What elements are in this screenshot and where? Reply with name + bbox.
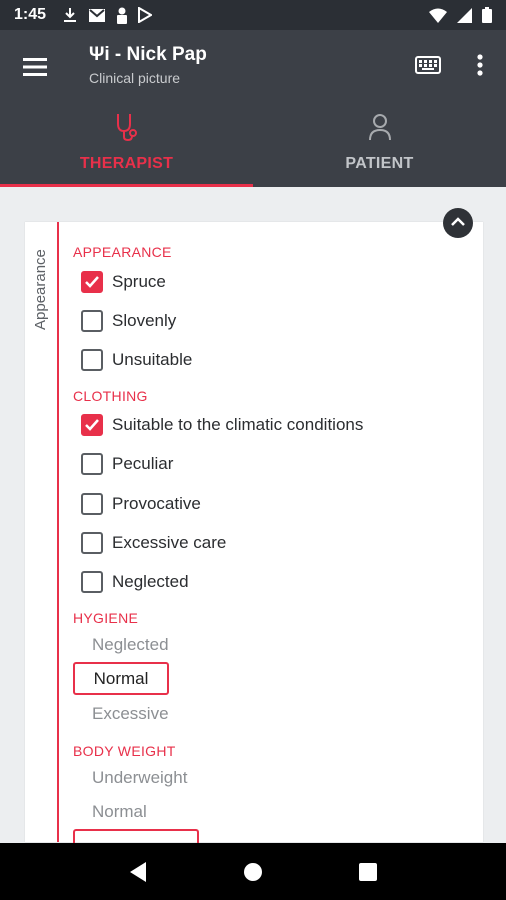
checkbox-provocative[interactable]: Provocative: [81, 493, 201, 515]
tab-therapist[interactable]: THERAPIST: [0, 105, 253, 187]
menu-icon[interactable]: [18, 50, 52, 84]
signal-icon: [457, 7, 472, 23]
option-weight-underweight[interactable]: Underweight: [92, 768, 187, 788]
lock-person-icon: [116, 7, 128, 24]
checkbox-label: Suitable to the climatic conditions: [112, 415, 364, 434]
home-icon[interactable]: [233, 852, 273, 892]
section-title-body-weight: BODY WEIGHT: [73, 743, 176, 759]
checkbox-box[interactable]: [81, 349, 103, 371]
back-icon[interactable]: [118, 852, 158, 892]
checkbox-box[interactable]: [81, 571, 103, 593]
section-title-hygiene: HYGIENE: [73, 610, 139, 626]
checkbox-box[interactable]: [81, 493, 103, 515]
checkbox-peculiar[interactable]: Peculiar: [81, 453, 173, 475]
checkbox-box[interactable]: [81, 532, 103, 554]
status-bar: 1:45: [0, 0, 506, 30]
chevron-up-icon: [451, 214, 465, 232]
tab-therapist-label: THERAPIST: [79, 155, 174, 172]
option-weight-normal[interactable]: Normal: [92, 802, 147, 822]
navigation-bar: [0, 843, 506, 900]
mail-icon: [88, 8, 106, 23]
checkbox-box[interactable]: [81, 453, 103, 475]
hygiene-section: HYGIENE: [73, 610, 138, 626]
checkbox-label: Neglected: [112, 572, 189, 591]
option-hygiene-excessive[interactable]: Excessive: [92, 704, 169, 724]
app-bar: Ψi - Nick Pap Clinical picture: [0, 30, 506, 105]
app-subtitle: Clinical picture: [89, 70, 181, 86]
checkbox-neglected[interactable]: Neglected: [81, 571, 189, 593]
section-title-appearance: APPEARANCE: [73, 244, 172, 260]
option-hygiene-neglected[interactable]: Neglected: [92, 635, 169, 655]
app-title: Ψi - Nick Pap: [89, 44, 207, 65]
checkbox-box[interactable]: [81, 414, 103, 436]
checkbox-slovenly[interactable]: Slovenly: [81, 310, 176, 332]
checkbox-spruce[interactable]: Spruce: [81, 271, 166, 293]
checkbox-unsuitable[interactable]: Unsuitable: [81, 349, 192, 371]
tab-patient[interactable]: PATIENT: [253, 105, 506, 187]
download-icon: [62, 7, 78, 23]
option-hygiene-normal-selected[interactable]: Normal: [73, 662, 169, 695]
side-label: Appearance: [32, 249, 49, 330]
play-store-icon: [138, 7, 153, 23]
checkbox-box[interactable]: [81, 310, 103, 332]
tab-indicator: [0, 184, 253, 187]
side-divider: [57, 222, 59, 842]
checkbox-label: Spruce: [112, 272, 166, 291]
section-title-clothing: CLOTHING: [73, 388, 148, 404]
checkbox-label: Provocative: [112, 494, 201, 513]
stethoscope-icon: [115, 111, 139, 143]
clothing-section: CLOTHING: [73, 388, 148, 404]
tab-patient-label: PATIENT: [345, 155, 414, 172]
checkbox-label: Unsuitable: [112, 350, 193, 369]
checkbox-box[interactable]: [81, 271, 103, 293]
wifi-icon: [429, 8, 447, 23]
checkbox-excessive-care[interactable]: Excessive care: [81, 532, 226, 554]
body-weight-section: BODY WEIGHT: [73, 743, 176, 759]
status-time: 1:45: [14, 6, 47, 23]
battery-icon: [482, 7, 492, 23]
person-icon: [368, 111, 392, 143]
side-label-column: Appearance: [25, 222, 58, 842]
recents-icon[interactable]: [348, 852, 388, 892]
checkbox-label: Peculiar: [112, 454, 174, 473]
appearance-section: APPEARANCE: [73, 244, 172, 260]
more-vert-icon[interactable]: [468, 50, 492, 80]
collapse-button[interactable]: [443, 208, 473, 238]
checkbox-label: Slovenly: [112, 311, 177, 330]
checkbox-suitable-climatic[interactable]: Suitable to the climatic conditions: [81, 414, 363, 436]
tab-bar: THERAPIST PATIENT: [0, 105, 506, 187]
checkbox-label: Excessive care: [112, 533, 227, 552]
keyboard-icon[interactable]: [412, 52, 444, 78]
